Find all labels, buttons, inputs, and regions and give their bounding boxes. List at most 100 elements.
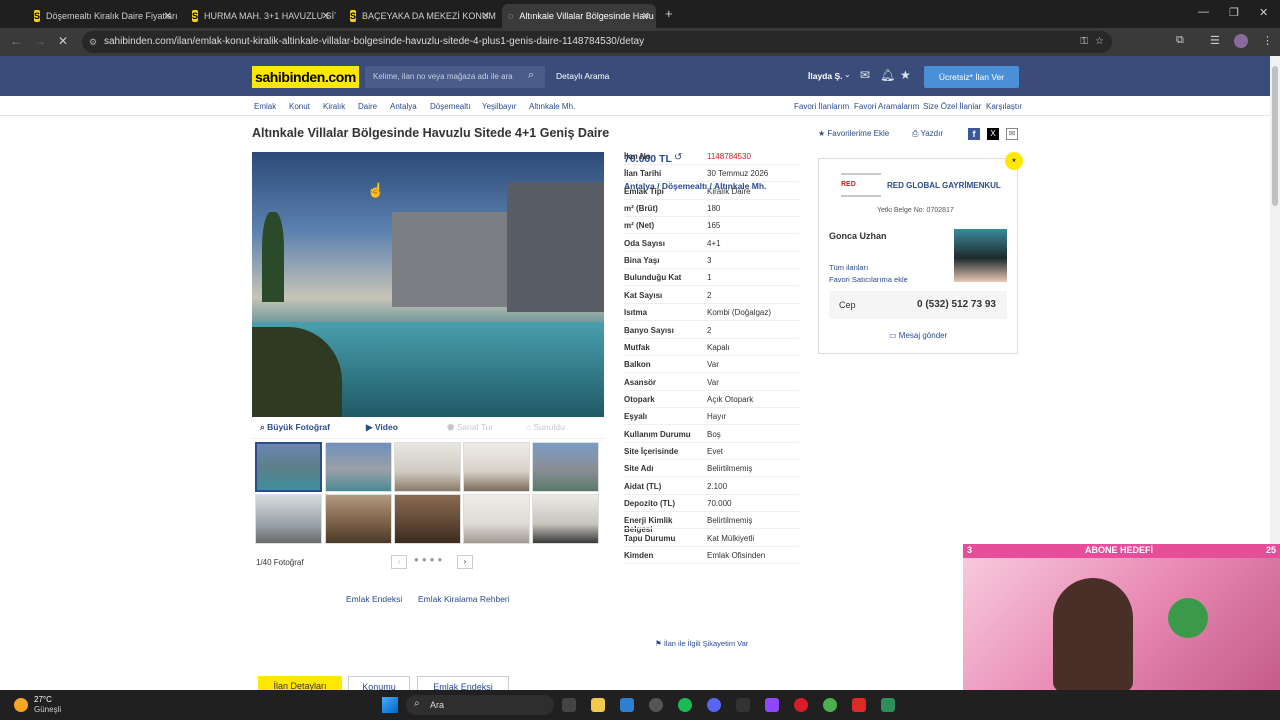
streaming-app-icon[interactable] (881, 698, 895, 712)
browser-tab-active[interactable]: ◌ Altınkale Villalar Bölgesinde Havu ✕ (502, 4, 656, 28)
browser-tab[interactable]: S HURMA MAH. 3+1 HAVUZLU SİTE ✕ (186, 4, 336, 28)
breadcrumb-item[interactable]: Antalya (390, 102, 417, 111)
discord-icon[interactable] (707, 698, 721, 712)
breadcrumb-item[interactable]: Kiralık (323, 102, 345, 111)
post-ad-button[interactable]: Ücretsiz* İlan Ver (924, 66, 1019, 88)
close-window-icon[interactable]: ✕ (1259, 6, 1268, 19)
photo-thumbnail[interactable] (394, 494, 461, 544)
chevron-left-icon[interactable]: ‹ (391, 555, 407, 569)
minimize-icon[interactable]: — (1198, 6, 1209, 18)
search-icon[interactable]: ⌕ (528, 69, 534, 82)
user-menu[interactable]: İlayda Ş. (808, 71, 843, 81)
breadcrumb-item[interactable]: Döşemealtı (430, 102, 470, 111)
detail-value: 1148784530 (707, 152, 751, 161)
browser-tab[interactable]: S BAÇEYAKA DA MEKEZİ KONUM ✕ (344, 4, 496, 28)
chevron-down-icon[interactable]: ⌄ (844, 70, 851, 79)
spotify-icon[interactable] (678, 698, 692, 712)
breadcrumb-item[interactable]: Emlak (254, 102, 276, 111)
video-label: Video (374, 422, 398, 432)
breadcrumb-item[interactable]: Daire (358, 102, 377, 111)
breadcrumb-item[interactable]: Altınkale Mh. (529, 102, 575, 111)
video-button[interactable]: ▶ Video (366, 422, 398, 433)
search-input[interactable]: Kelime, ilan no veya mağaza adı ile ara (365, 66, 545, 88)
complaint-link[interactable]: ⚑ İlan ile İlgili Şikayetim Var (655, 639, 748, 648)
goal-current: 3 (967, 545, 973, 555)
goal-target: 25 (1266, 545, 1277, 555)
file-explorer-icon[interactable] (591, 698, 605, 712)
opera-icon[interactable] (794, 698, 808, 712)
stop-loading-icon[interactable]: ✕ (58, 34, 68, 48)
twitch-icon[interactable] (765, 698, 779, 712)
send-message-link[interactable]: ▭ Mesaj gönder (889, 331, 947, 340)
browser-tab[interactable]: S Döşemealtı Kiralık Daire Fiyatları ✕ (28, 4, 178, 28)
extensions-icon[interactable]: ⧉ (1176, 34, 1184, 47)
agency-logo[interactable]: RED (841, 173, 881, 197)
detail-divider (624, 216, 799, 218)
back-icon[interactable]: ← (10, 34, 22, 48)
site-info-icon[interactable]: ⚙ (89, 31, 97, 53)
forward-icon[interactable]: → (34, 34, 46, 48)
maximize-icon[interactable]: ❐ (1229, 6, 1239, 19)
favorite-searches-link[interactable]: Favori Aramalarım (854, 102, 919, 111)
task-view-icon[interactable] (562, 698, 576, 712)
detailed-search-link[interactable]: Detaylı Arama (556, 71, 609, 81)
epic-games-icon[interactable] (736, 698, 750, 712)
chevron-right-icon[interactable]: › (457, 555, 473, 569)
seller-card: RED RED GLOBAL GAYRİMENKUL Yetki Belge N… (818, 158, 1018, 354)
photo-thumbnail[interactable] (325, 494, 392, 544)
app-icon[interactable] (852, 698, 866, 712)
main-photo[interactable]: ☝ (252, 152, 604, 417)
agency-name[interactable]: RED GLOBAL GAYRİMENKUL (887, 181, 1001, 190)
photo-thumbnail[interactable] (532, 442, 599, 492)
pagination-dots[interactable]: ●●●● (414, 555, 445, 564)
favorite-seller-link[interactable]: Favori Satıcılarıma ekle (829, 275, 908, 284)
compare-link[interactable]: Karşılaştır (986, 102, 1022, 111)
key-icon[interactable]: ⚿ (1080, 31, 1088, 53)
close-icon[interactable]: ✕ (642, 11, 650, 22)
bell-icon[interactable]: 🔔︎ (880, 68, 895, 82)
add-favorite-link[interactable]: ★ Favorilerime Ekle (818, 129, 889, 138)
outlook-icon[interactable] (620, 698, 634, 712)
virtual-tour-label: Sanal Tur (456, 422, 494, 432)
photo-thumbnail[interactable] (255, 494, 322, 544)
photo-thumbnail[interactable] (255, 442, 322, 492)
site-logo[interactable]: sahibinden.com (252, 66, 359, 88)
favorite-ads-link[interactable]: Favori İlanlarım (794, 102, 849, 111)
all-ads-link[interactable]: Tüm ilanları (829, 263, 868, 272)
breadcrumb-item[interactable]: Yeşilbayır (482, 102, 516, 111)
photo-thumbnail[interactable] (394, 442, 461, 492)
facebook-icon[interactable]: f (968, 128, 980, 140)
real-estate-index-link[interactable]: Emlak Endeksi (346, 594, 402, 604)
new-tab-icon[interactable]: + (665, 6, 673, 21)
detail-value: Evet (707, 446, 724, 456)
rental-guide-link[interactable]: Emlak Kiralama Rehberi (418, 594, 510, 604)
print-link[interactable]: ⎙ Yazdır (912, 129, 943, 139)
bookmark-star-icon[interactable]: ☆ (1095, 31, 1104, 53)
close-icon[interactable]: ✕ (322, 11, 330, 22)
big-photo-button[interactable]: ⌕ Büyük Fotoğraf (260, 422, 330, 433)
taskbar-search[interactable]: ⌕ Ara (406, 695, 554, 715)
email-share-icon[interactable]: ✉ (1006, 128, 1018, 140)
special-ads-link[interactable]: Size Özel İlanlar (923, 102, 981, 111)
photo-thumbnail[interactable] (532, 494, 599, 544)
scrollbar-thumb[interactable] (1272, 66, 1278, 206)
close-icon[interactable]: ✕ (164, 11, 172, 22)
phone-number[interactable]: 0 (532) 512 73 93 (917, 299, 996, 310)
star-icon[interactable]: ★ (900, 68, 911, 82)
close-icon[interactable]: ✕ (482, 11, 490, 22)
profile-avatar[interactable] (1234, 34, 1248, 48)
photo-thumbnail[interactable] (463, 442, 530, 492)
mail-icon[interactable]: ✉ (860, 68, 870, 82)
breadcrumb-item[interactable]: Konut (289, 102, 310, 111)
x-twitter-icon[interactable]: X (987, 128, 999, 140)
chrome-icon[interactable] (823, 698, 837, 712)
photo-thumbnail[interactable] (325, 442, 392, 492)
reading-list-icon[interactable]: ☰ (1210, 34, 1220, 47)
weather-sun-icon[interactable] (14, 698, 28, 712)
windows-start-icon[interactable] (382, 697, 398, 713)
url-field[interactable]: ⚙ sahibinden.com/ilan/emlak-konut-kirali… (82, 31, 1112, 53)
browser-menu-icon[interactable]: ⋮ (1262, 34, 1273, 47)
github-icon[interactable] (649, 698, 663, 712)
photo-thumbnail[interactable] (463, 494, 530, 544)
detail-divider (624, 285, 799, 287)
